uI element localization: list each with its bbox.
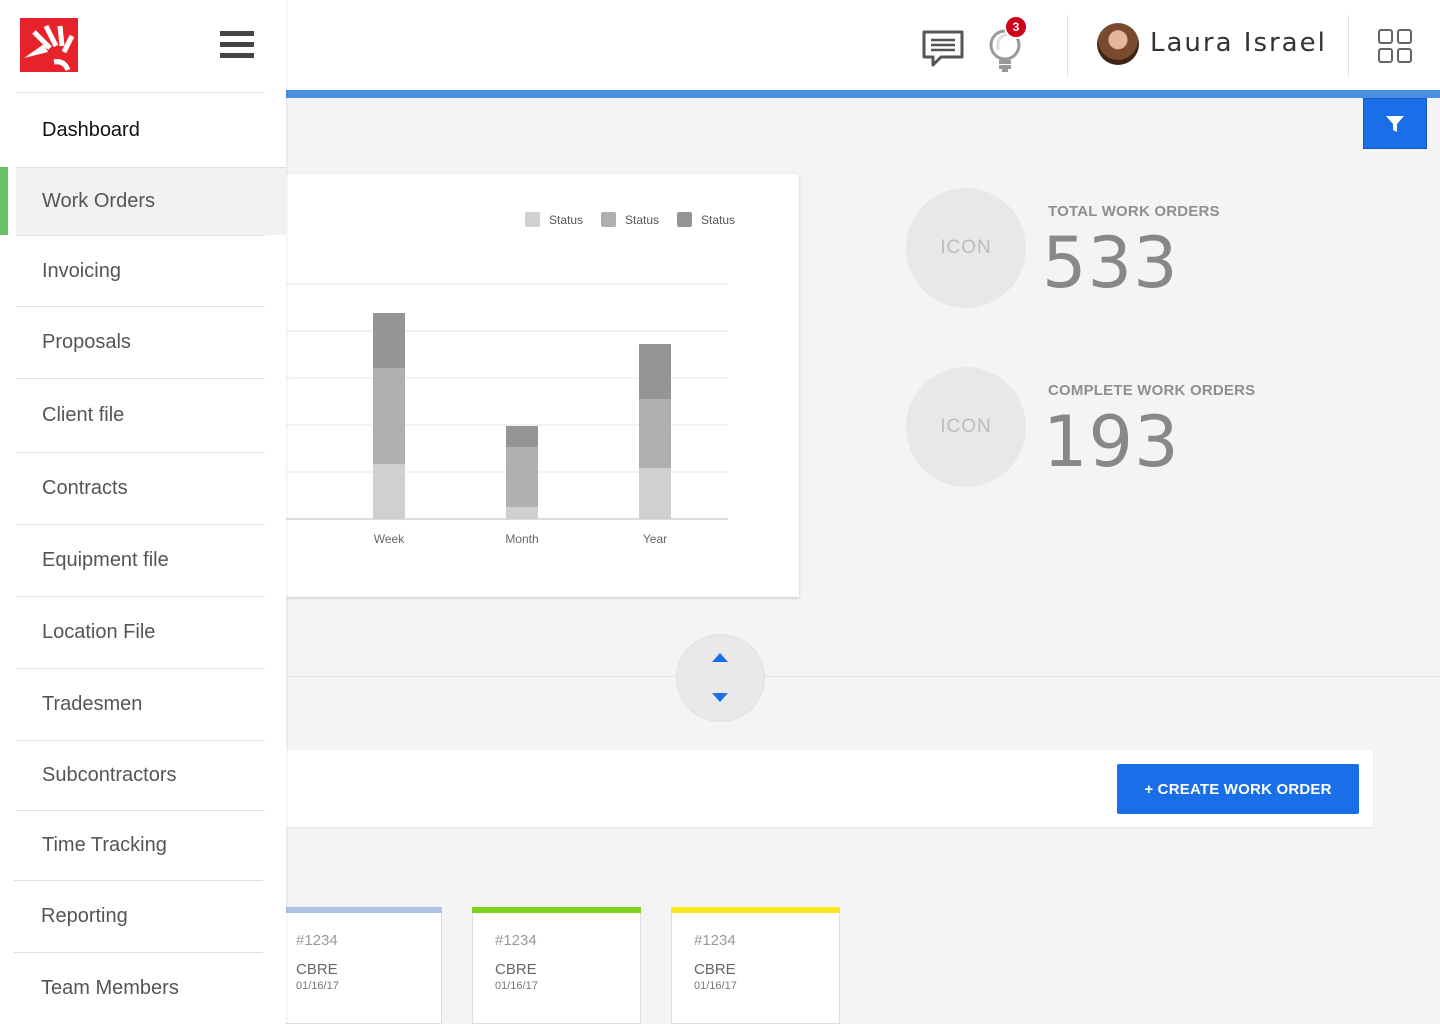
header-accent-bar	[286, 90, 1440, 98]
sidebar-item-invoicing[interactable]: Invoicing	[16, 235, 265, 306]
order-id: #1234	[694, 932, 736, 949]
bar-segment[interactable]	[639, 399, 671, 468]
complete-work-orders-label: COMPLETE WORK ORDERS	[1048, 382, 1256, 399]
work-order-card[interactable]: #1234 CBRE 01/16/17	[671, 907, 840, 1024]
work-order-card[interactable]: #1234 CBRE 01/16/17	[472, 907, 641, 1024]
order-date: 01/16/17	[296, 980, 339, 992]
chart-card: Status Status Status Week Month Year	[286, 174, 799, 597]
sidebar-item-work-orders[interactable]: Work Orders	[16, 167, 286, 235]
sidebar-item-reporting[interactable]: Reporting	[14, 880, 263, 952]
sidebar-item-label: Proposals	[42, 331, 131, 353]
x-tick-label: Week	[374, 532, 405, 546]
sidebar: Dashboard Work Orders Invoicing Proposal…	[0, 0, 286, 1024]
sidebar-item-label: Dashboard	[42, 118, 140, 141]
order-id: #1234	[495, 932, 537, 949]
stacked-bar-chart: Week Month Year	[286, 283, 728, 546]
sidebar-item-proposals[interactable]: Proposals	[16, 306, 265, 378]
sidebar-item-location-file[interactable]: Location File	[16, 596, 265, 668]
order-date: 01/16/17	[694, 980, 737, 992]
header-divider	[1067, 15, 1068, 77]
card-status-bar	[273, 907, 442, 913]
sidebar-item-label: Equipment file	[42, 549, 169, 571]
order-client: CBRE	[495, 961, 537, 978]
chat-icon[interactable]	[921, 28, 965, 68]
brand-logo	[20, 18, 78, 72]
arrow-down-icon[interactable]	[711, 692, 729, 704]
x-tick-label: Year	[643, 532, 667, 546]
stat-icon-placeholder: ICON	[906, 367, 1026, 487]
bar-segment[interactable]	[373, 464, 405, 519]
bar-segment[interactable]	[373, 368, 405, 464]
order-date: 01/16/17	[495, 980, 538, 992]
arrow-up-icon[interactable]	[711, 651, 729, 663]
work-order-card[interactable]: #1234 CBRE 01/16/17	[273, 907, 442, 1024]
sidebar-item-equipment-file[interactable]: Equipment file	[16, 524, 265, 596]
filter-icon	[1386, 115, 1404, 132]
complete-work-orders-value: 193	[1043, 401, 1180, 483]
hamburger-menu-icon[interactable]	[220, 31, 254, 59]
sidebar-item-label: Reporting	[41, 905, 128, 927]
bar-segment[interactable]	[506, 426, 538, 447]
order-id: #1234	[296, 932, 338, 949]
notification-badge: 3	[1004, 15, 1028, 39]
sidebar-item-contracts[interactable]: Contracts	[16, 452, 265, 524]
sidebar-item-label: Team Members	[41, 977, 179, 999]
card-status-bar	[671, 907, 840, 913]
bar-segment[interactable]	[639, 344, 671, 399]
sidebar-item-subcontractors[interactable]: Subcontractors	[16, 740, 265, 810]
bar-segment[interactable]	[506, 447, 538, 507]
sidebar-item-team-members[interactable]: Team Members	[14, 952, 263, 1024]
bar-segment[interactable]	[373, 313, 405, 368]
header-divider	[1348, 15, 1349, 77]
bar-segment[interactable]	[639, 468, 671, 519]
sidebar-item-label: Client file	[42, 404, 125, 426]
order-client: CBRE	[296, 961, 338, 978]
sidebar-item-label: Contracts	[42, 477, 128, 499]
card-status-bar	[472, 907, 641, 913]
order-client: CBRE	[694, 961, 736, 978]
create-work-order-button[interactable]: + CREATE WORK ORDER	[1117, 764, 1359, 814]
apps-grid-icon[interactable]	[1377, 28, 1413, 64]
bar-segment[interactable]	[506, 507, 538, 519]
active-indicator	[0, 167, 8, 235]
sidebar-item-label: Subcontractors	[42, 764, 177, 786]
x-tick-label: Month	[505, 532, 538, 546]
section-divider	[286, 676, 1440, 677]
sidebar-item-label: Work Orders	[42, 190, 155, 212]
stat-icon-placeholder: ICON	[906, 188, 1026, 308]
sidebar-item-dashboard[interactable]: Dashboard	[16, 92, 265, 167]
sidebar-item-tradesmen[interactable]: Tradesmen	[16, 668, 265, 740]
scroll-control	[676, 634, 765, 722]
sidebar-item-label: Invoicing	[42, 259, 121, 282]
filter-button[interactable]	[1363, 98, 1427, 149]
sidebar-item-label: Time Tracking	[42, 834, 167, 856]
total-work-orders-label: TOTAL WORK ORDERS	[1048, 203, 1220, 220]
sidebar-item-client-file[interactable]: Client file	[16, 378, 265, 452]
sidebar-item-label: Tradesmen	[42, 693, 143, 715]
user-name[interactable]: Laura Israel	[1150, 28, 1327, 58]
avatar[interactable]	[1097, 23, 1139, 65]
total-work-orders-value: 533	[1042, 222, 1179, 304]
sidebar-item-label: Location File	[42, 621, 156, 643]
sidebar-item-time-tracking[interactable]: Time Tracking	[16, 810, 265, 880]
